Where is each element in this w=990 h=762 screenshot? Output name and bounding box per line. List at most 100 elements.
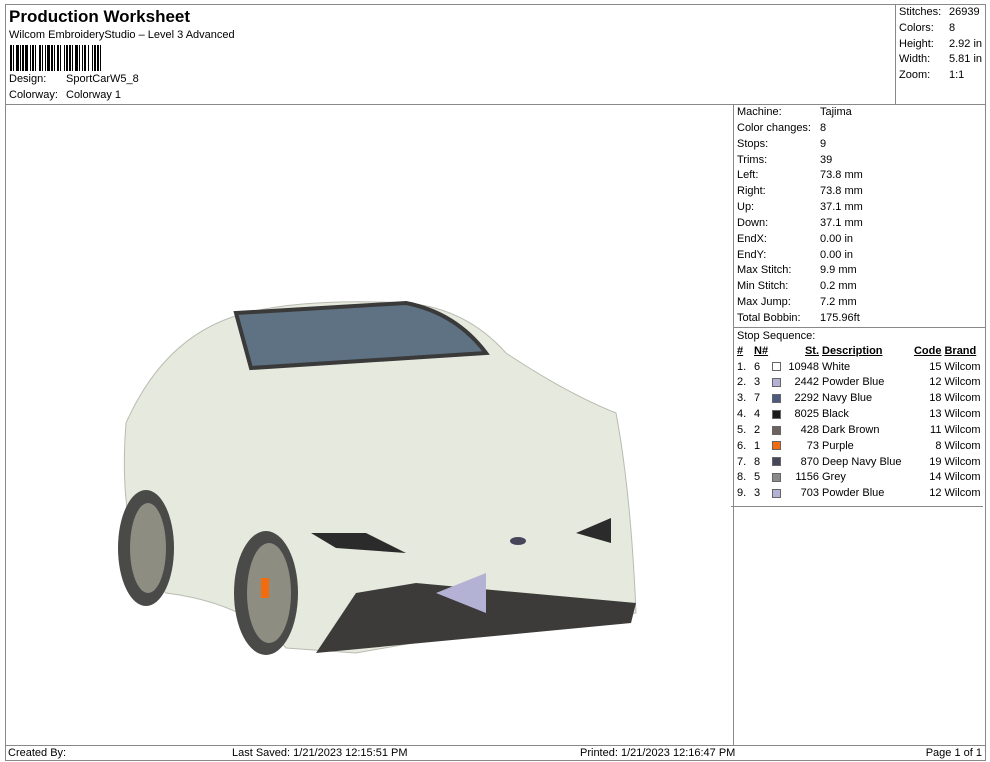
thread-brand: Wilcom: [944, 392, 981, 405]
stop-number: 1.: [737, 360, 747, 373]
info-value: 0.00 in: [820, 232, 854, 245]
thread-brand: Wilcom: [944, 408, 981, 421]
table-row: 3. 7 2292 Navy Blue 18 Wilcom: [737, 390, 985, 406]
stats-box: Stitches: 26939 Colors: 8 Height: 2.92 in Widt…: [895, 5, 985, 105]
needle-number: 8: [754, 455, 761, 468]
info-label: Max Stitch:: [737, 264, 792, 277]
info-row: Up: 37.1 mm: [734, 200, 985, 216]
stat-label: Height:: [899, 37, 934, 50]
stop-number: 5.: [737, 423, 747, 436]
col-swatch: [772, 343, 784, 359]
table-row: 4. 4 8025 Black 13 Wilcom: [737, 406, 985, 422]
thread-description: Purple: [822, 439, 854, 452]
stop-number: 3.: [737, 392, 747, 405]
thread-description: Black: [822, 408, 849, 421]
stat-label: Width:: [899, 53, 931, 66]
stitch-count: 73: [806, 439, 819, 452]
color-swatch: [772, 378, 781, 388]
color-swatch: [772, 457, 781, 467]
needle-number: 1: [754, 439, 761, 452]
color-swatch: [772, 409, 781, 419]
stat-value: 5.81 in: [949, 53, 983, 66]
info-label: Left:: [737, 169, 759, 182]
design-label: Design:: [9, 73, 47, 85]
thread-code: 14: [929, 471, 942, 484]
info-row: Right: 73.8 mm: [734, 184, 985, 200]
info-value: 39: [820, 153, 833, 166]
info-row: Color changes: 8: [734, 121, 985, 137]
stitch-count: 2442: [794, 376, 819, 389]
design-info-panel: Machine: Tajima Color changes: 8 Stops: 9 Trim…: [731, 105, 985, 745]
info-label: Total Bobbin:: [737, 311, 801, 324]
info-label: Color changes:: [737, 121, 811, 134]
color-swatch: [772, 441, 781, 451]
table-row: 8. 5 1156 Grey 14 Wilcom: [737, 470, 985, 486]
info-label: Max Jump:: [737, 296, 791, 309]
info-row: Max Jump: 7.2 mm: [734, 295, 985, 311]
table-header: # N# St. Description Code Brand: [737, 343, 985, 359]
thread-brand: Wilcom: [944, 471, 981, 484]
stop-number: 8.: [737, 471, 747, 484]
thread-code: 15: [929, 360, 942, 373]
software-name: Wilcom EmbroideryStudio – Level 3 Advanc…: [9, 29, 235, 41]
design-preview-car: [118, 300, 637, 655]
info-row: Stops: 9: [734, 137, 985, 153]
printed-date: Printed: 1/21/2023 12:16:47 PM: [580, 747, 736, 759]
info-label: EndY:: [737, 248, 767, 261]
info-value: 73.8 mm: [820, 185, 863, 198]
colorway-label: Colorway:: [9, 89, 58, 101]
stat-row: Width: 5.81 in: [899, 52, 985, 68]
page-title: Production Worksheet: [9, 7, 191, 26]
footer: Created By: Last Saved: 1/21/2023 12:15:…: [6, 745, 985, 760]
stop-sequence-table: # N# St. Description Code Brand 1. 6 10948…: [737, 343, 985, 501]
info-label: Min Stitch:: [737, 280, 789, 293]
page-number: Page 1 of 1: [925, 747, 982, 759]
thread-brand: Wilcom: [944, 360, 981, 373]
stop-number: 2.: [737, 376, 747, 389]
stat-label: Zoom:: [899, 69, 931, 82]
needle-number: 2: [754, 423, 761, 436]
thread-code: 19: [929, 455, 942, 468]
info-row: Trims: 39: [734, 153, 985, 169]
info-row: Down: 37.1 mm: [734, 216, 985, 232]
thread-code: 13: [929, 408, 942, 421]
stop-number: 4.: [737, 408, 747, 421]
info-row: EndY: 0.00 in: [734, 248, 985, 264]
stat-value: 1:1: [949, 69, 965, 82]
thread-description: Powder Blue: [822, 376, 885, 389]
divider: [731, 501, 983, 508]
needle-number: 5: [754, 471, 761, 484]
color-swatch: [772, 473, 781, 483]
barcode: [10, 45, 188, 71]
stop-sequence-title: Stop Sequence:: [734, 326, 985, 343]
thread-code: 12: [929, 376, 942, 389]
stitch-count: 2292: [794, 392, 819, 405]
stitch-count: 703: [800, 487, 819, 500]
design-value: SportCarW5_8: [66, 73, 139, 85]
info-value: 8: [820, 121, 827, 134]
info-value: 175.96ft: [820, 311, 860, 324]
color-swatch: [772, 393, 781, 403]
design-row: Design: SportCarW5_8: [9, 73, 139, 85]
needle-number: 7: [754, 392, 761, 405]
stitch-count: 8025: [794, 408, 819, 421]
stat-row: Colors: 8: [899, 21, 985, 37]
thread-code: 8: [935, 439, 942, 452]
colorway-row: Colorway: Colorway 1: [9, 89, 121, 101]
col-description: Description: [822, 344, 883, 357]
col-stitches: St.: [804, 344, 819, 357]
table-row: 2. 3 2442 Powder Blue 12 Wilcom: [737, 375, 985, 391]
stop-number: 9.: [737, 487, 747, 500]
info-value: Tajima: [820, 106, 852, 118]
thread-code: 12: [929, 487, 942, 500]
stat-value: 2.92 in: [949, 37, 983, 50]
info-label: EndX:: [737, 232, 767, 245]
info-row: Max Stitch: 9.9 mm: [734, 263, 985, 279]
stitch-count: 10948: [788, 360, 819, 373]
stat-label: Colors:: [899, 21, 934, 34]
machine-info: Machine: Tajima Color changes: 8 Stops: 9 Trim…: [734, 105, 985, 327]
info-row: Left: 73.8 mm: [734, 168, 985, 184]
color-swatch: [772, 488, 781, 498]
col-code: Code: [913, 344, 942, 357]
col-brand: Brand: [944, 344, 977, 357]
